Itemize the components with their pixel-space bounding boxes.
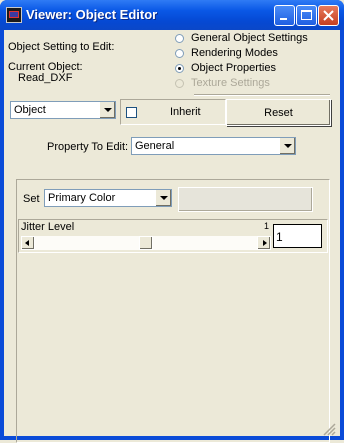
maximize-button[interactable]	[296, 5, 317, 26]
divider	[194, 94, 330, 96]
property-combo[interactable]: General	[131, 137, 296, 155]
inherit-checkbox[interactable]	[126, 107, 137, 118]
close-icon	[323, 10, 334, 21]
property-combo-value: General	[135, 140, 175, 152]
radio-circle[interactable]	[175, 34, 184, 43]
scroll-right-arrow[interactable]	[257, 236, 271, 250]
minimize-button[interactable]	[274, 5, 295, 26]
inherit-box: Inherit	[120, 99, 226, 125]
window: Viewer: Object Editor Object Setting to …	[0, 0, 344, 443]
chevron-right-icon	[263, 240, 267, 246]
reset-label: Reset	[264, 107, 293, 119]
reset-button[interactable]: Reset	[226, 99, 331, 126]
object-combo[interactable]: Object	[10, 101, 116, 119]
property-label: Property To Edit:	[47, 141, 129, 153]
chevron-down-icon[interactable]	[279, 138, 295, 154]
radio-circle	[175, 79, 184, 88]
set-label: Set	[23, 193, 40, 205]
radio-circle[interactable]	[175, 64, 184, 73]
jitter-row: Jitter Level 1 1	[18, 219, 328, 253]
window-title: Viewer: Object Editor	[26, 7, 158, 22]
color-swatch-button[interactable]	[178, 187, 313, 212]
set-combo-value: Primary Color	[48, 192, 116, 204]
jitter-slider-thumb[interactable]	[139, 236, 153, 250]
current-object-value: Read_DXF	[18, 72, 73, 84]
chevron-down-icon[interactable]	[155, 190, 171, 206]
resize-grip-icon[interactable]	[322, 422, 336, 436]
set-combo[interactable]: Primary Color	[44, 189, 172, 207]
radio-label: Texture Settings	[191, 77, 270, 89]
radio-label: General Object Settings	[191, 32, 308, 44]
chevron-down-icon[interactable]	[99, 102, 115, 118]
title-bar[interactable]: Viewer: Object Editor	[0, 0, 344, 30]
object-setting-label: Object Setting to Edit:	[8, 41, 115, 53]
properties-panel: Set Primary Color Jitter Level 1 1	[16, 179, 330, 443]
jitter-value-field[interactable]: 1	[273, 224, 322, 248]
jitter-label: Jitter Level	[21, 221, 75, 233]
inherit-label: Inherit	[170, 106, 201, 118]
minimize-icon	[280, 18, 287, 20]
close-button[interactable]	[318, 5, 339, 26]
scroll-left-arrow[interactable]	[21, 236, 35, 250]
client-area: Object Setting to Edit: Current Object: …	[4, 30, 340, 443]
jitter-value-text: 1	[276, 230, 283, 244]
jitter-slider[interactable]	[21, 236, 271, 250]
radio-label: Rendering Modes	[191, 47, 278, 59]
app-icon	[6, 7, 22, 23]
chevron-left-icon	[25, 240, 29, 246]
radio-circle[interactable]	[175, 49, 184, 58]
radio-label: Object Properties	[191, 62, 276, 74]
maximize-icon	[301, 10, 312, 20]
jitter-small-value: 1	[264, 221, 270, 231]
object-combo-value: Object	[14, 104, 46, 116]
